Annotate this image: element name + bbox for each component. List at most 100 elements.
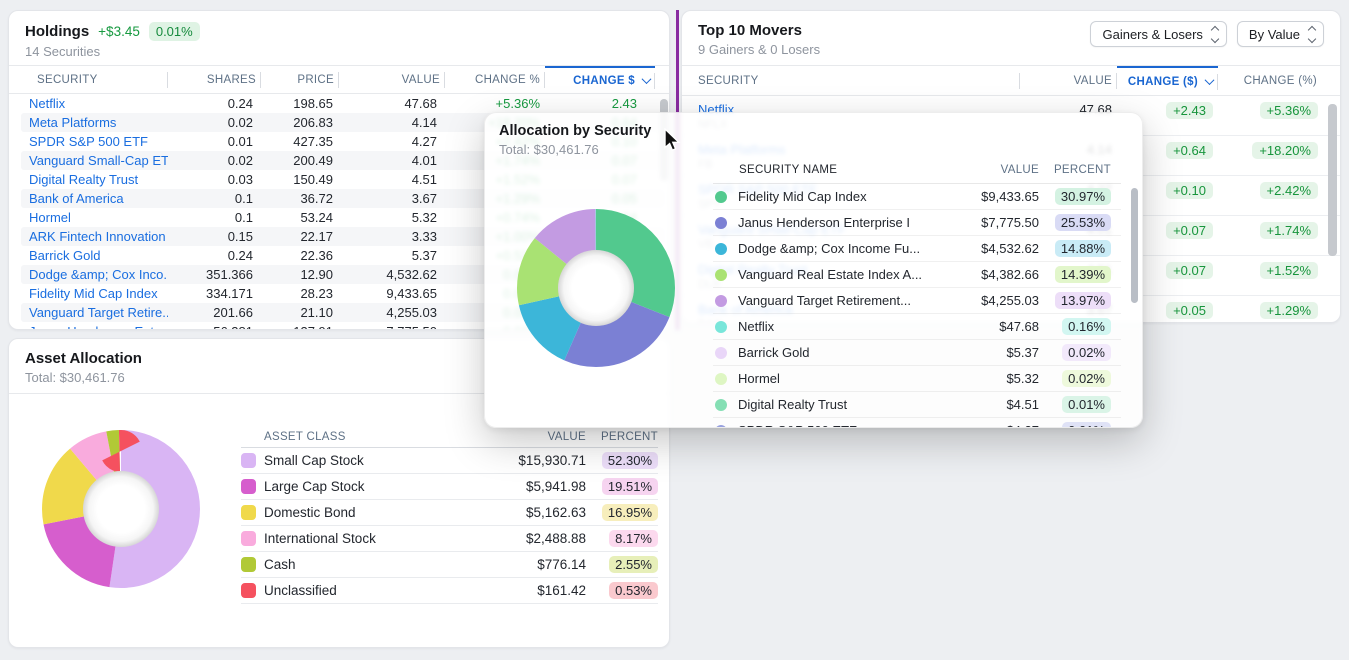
- percent-cell: 0.02%: [1039, 370, 1121, 387]
- change-percent-badge: +1.29%: [1260, 302, 1318, 319]
- security-link[interactable]: Fidelity Mid Cap Index: [21, 286, 168, 301]
- column-header-security[interactable]: SECURITY: [698, 66, 1020, 95]
- shares-cell: 0.24: [168, 248, 261, 263]
- change-percent-badge: +1.52%: [1260, 262, 1318, 279]
- asset-class-row: Domestic Bond$5,162.6316.95%: [241, 500, 658, 526]
- column-header-change-pct[interactable]: CHANGE %: [445, 66, 545, 93]
- security-name-label: Janus Henderson Enterprise I: [738, 215, 939, 230]
- legend-swatch: [241, 479, 256, 494]
- legend-swatch: [241, 557, 256, 572]
- column-header-change-usd-label: CHANGE $: [573, 75, 635, 87]
- security-link[interactable]: Netflix: [21, 96, 168, 111]
- security-name-label: Barrick Gold: [738, 345, 939, 360]
- asset-allocation-donut-chart[interactable]: [21, 409, 221, 609]
- asset-class-label: Small Cap Stock: [264, 453, 471, 468]
- shares-cell: 201.66: [168, 305, 261, 320]
- security-link[interactable]: Janus Henderson Ente...: [21, 324, 168, 330]
- asset-class-label: Cash: [264, 557, 471, 572]
- percent-badge: 25.53%: [1055, 214, 1111, 231]
- security-allocation-row: Hormel$5.320.02%: [713, 366, 1121, 392]
- column-header-price[interactable]: PRICE: [261, 66, 339, 93]
- change-percent-cell: +1.52%: [1218, 262, 1322, 279]
- popup-table-body: Fidelity Mid Cap Index$9,433.6530.97%Jan…: [713, 184, 1121, 428]
- security-link[interactable]: Hormel: [21, 210, 168, 225]
- value-cell: 4.27: [339, 134, 445, 149]
- mouse-cursor: [662, 128, 682, 152]
- column-header-change-usd[interactable]: CHANGE ($): [1117, 66, 1218, 95]
- asset-class-label: Large Cap Stock: [264, 479, 471, 494]
- change-percent-cell: +18.20%: [1218, 142, 1322, 159]
- change-percent-badge: +2.42%: [1260, 182, 1318, 199]
- price-cell: 53.24: [261, 210, 339, 225]
- shares-cell: 0.01: [168, 134, 261, 149]
- price-cell: 206.83: [261, 115, 339, 130]
- sort-by-select[interactable]: By Value: [1237, 21, 1324, 47]
- popup-scrollbar-thumb[interactable]: [1131, 188, 1138, 303]
- percent-badge: 13.97%: [1055, 292, 1111, 309]
- column-header-shares[interactable]: SHARES: [168, 66, 261, 93]
- percent-cell: 0.16%: [1039, 318, 1121, 335]
- shares-cell: 334.171: [168, 286, 261, 301]
- change-percent-badge: +18.20%: [1252, 142, 1318, 159]
- security-allocation-row: Dodge &amp; Cox Income Fu...$4,532.6214.…: [713, 236, 1121, 262]
- price-cell: 22.17: [261, 229, 339, 244]
- value-cell: $4,382.66: [939, 267, 1039, 282]
- change-percent-badge: +1.74%: [1260, 222, 1318, 239]
- column-header-value: VALUE: [471, 431, 586, 443]
- percent-cell: 13.97%: [1039, 292, 1121, 309]
- column-header-value[interactable]: VALUE: [339, 66, 445, 93]
- value-cell: 4,255.03: [339, 305, 445, 320]
- popup-total: Total: $30,461.76: [499, 142, 1128, 157]
- security-link[interactable]: Digital Realty Trust: [21, 172, 168, 187]
- value-cell: $5,941.98: [471, 479, 586, 494]
- holdings-row: Netflix0.24198.6547.68+5.36%2.43: [21, 94, 665, 113]
- security-link[interactable]: Bank of America: [21, 191, 168, 206]
- price-cell: 137.91: [261, 324, 339, 330]
- column-header-change-pct[interactable]: CHANGE (%): [1218, 66, 1322, 95]
- value-cell: 47.68: [339, 96, 445, 111]
- percent-cell: 8.17%: [586, 530, 658, 547]
- value-cell: $15,930.71: [471, 453, 586, 468]
- security-link[interactable]: Barrick Gold: [21, 248, 168, 263]
- asset-class-row: International Stock$2,488.888.17%: [241, 526, 658, 552]
- percent-cell: 0.02%: [1039, 344, 1121, 361]
- security-link[interactable]: SPDR S&P 500 ETF: [21, 134, 168, 149]
- holdings-table-header: SECURITY SHARES PRICE VALUE CHANGE % CHA…: [9, 66, 669, 94]
- asset-class-row: Cash$776.142.55%: [241, 552, 658, 578]
- column-header-security[interactable]: SECURITY: [29, 66, 168, 93]
- legend-dot: [715, 321, 727, 333]
- percent-badge: 14.88%: [1055, 240, 1111, 257]
- value-cell: $4.27: [939, 423, 1039, 428]
- security-link[interactable]: ARK Fintech Innovation: [21, 229, 168, 244]
- security-link[interactable]: Dodge &amp; Cox Inco...: [21, 267, 168, 282]
- asset-class-label: Domestic Bond: [264, 505, 471, 520]
- security-link[interactable]: Vanguard Target Retire...: [21, 305, 168, 320]
- security-link[interactable]: Vanguard Small-Cap ETF: [21, 153, 168, 168]
- value-cell: $161.42: [471, 583, 586, 598]
- security-allocation-row: Digital Realty Trust$4.510.01%: [713, 392, 1121, 418]
- gainers-losers-select-value: Gainers & Losers: [1102, 27, 1202, 42]
- security-allocation-row: Janus Henderson Enterprise I$7,775.5025.…: [713, 210, 1121, 236]
- column-header-value[interactable]: VALUE: [1020, 66, 1117, 95]
- change-dollar-badge: +0.05: [1166, 302, 1213, 319]
- allocation-by-security-donut-chart[interactable]: [496, 184, 696, 384]
- change-percent-cell: +5.36%: [1218, 102, 1322, 119]
- change-percent-cell: +1.74%: [1218, 222, 1322, 239]
- column-header-security-name: SECURITY NAME: [713, 164, 939, 176]
- value-cell: $4,532.62: [939, 241, 1039, 256]
- security-allocation-row: Fidelity Mid Cap Index$9,433.6530.97%: [713, 184, 1121, 210]
- legend-dot: [715, 217, 727, 229]
- movers-scrollbar-thumb[interactable]: [1328, 104, 1337, 256]
- security-link[interactable]: Meta Platforms: [21, 115, 168, 130]
- percent-badge: 19.51%: [602, 478, 658, 495]
- percent-badge: 16.95%: [602, 504, 658, 521]
- change-dollar-badge: +2.43: [1166, 102, 1213, 119]
- value-cell: 4.51: [339, 172, 445, 187]
- gainers-losers-select[interactable]: Gainers & Losers: [1090, 21, 1226, 47]
- column-header-change-usd[interactable]: CHANGE $: [545, 66, 655, 93]
- price-cell: 28.23: [261, 286, 339, 301]
- percent-badge: 0.53%: [609, 582, 658, 599]
- holdings-subtitle: 14 Securities: [25, 44, 653, 59]
- price-cell: 21.10: [261, 305, 339, 320]
- percent-cell: 14.88%: [1039, 240, 1121, 257]
